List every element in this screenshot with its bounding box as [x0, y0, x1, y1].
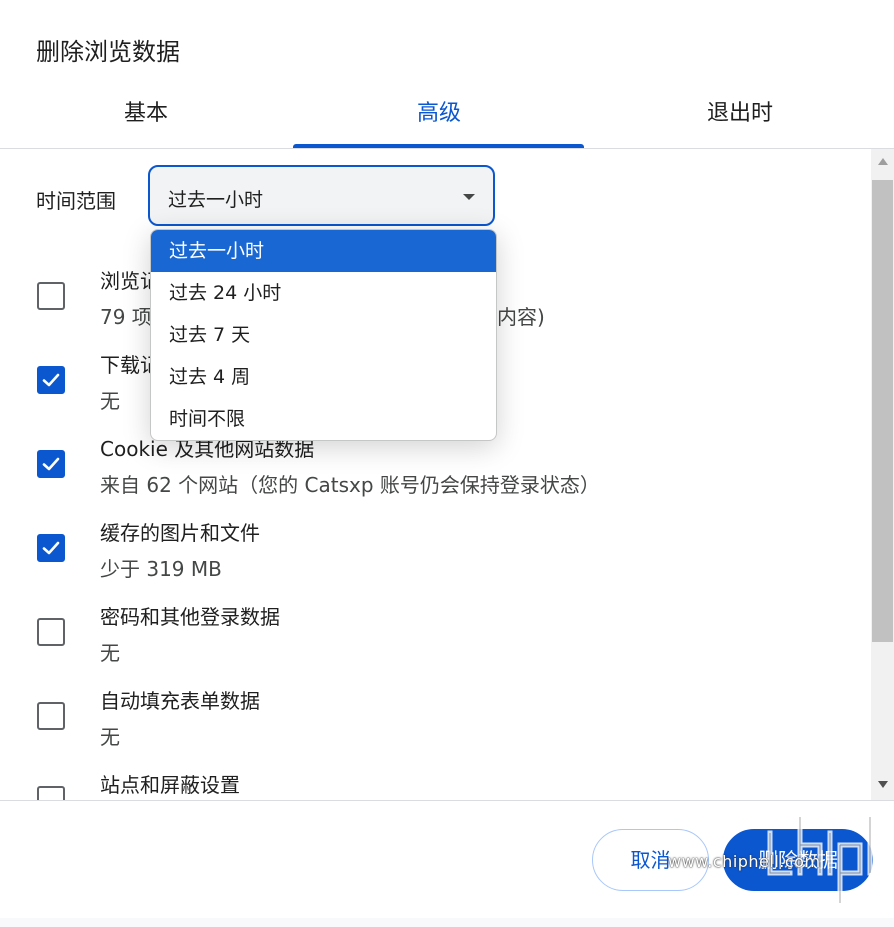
option-last-4-weeks[interactable]: 过去 4 周	[151, 356, 496, 398]
tab-bar: 基本 高级 退出时	[0, 94, 894, 148]
item-label: 密码和其他登录数据	[100, 605, 280, 629]
item-sub: 无	[100, 725, 120, 749]
item-autofill[interactable]: 自动填充表单数据 无	[0, 683, 870, 767]
tab-advanced[interactable]: 高级	[293, 94, 585, 148]
checkbox-autofill[interactable]	[37, 702, 65, 730]
option-last-7-days[interactable]: 过去 7 天	[151, 314, 496, 356]
item-sub-tail: 内容)	[497, 305, 545, 329]
item-cookies[interactable]: Cookie 及其他网站数据 来自 62 个网站（您的 Catsxp 账号仍会保…	[0, 431, 870, 515]
item-cached-images[interactable]: 缓存的图片和文件 少于 319 MB	[0, 515, 870, 599]
tab-on-exit[interactable]: 退出时	[594, 94, 886, 148]
option-last-hour[interactable]: 过去一小时	[151, 230, 496, 272]
time-range-label: 时间范围	[36, 189, 116, 213]
checkbox-cookies[interactable]	[37, 450, 65, 478]
option-last-24-hours[interactable]: 过去 24 小时	[151, 272, 496, 314]
scroll-up-arrow-icon[interactable]	[878, 158, 888, 165]
bottom-strip	[0, 918, 894, 927]
option-all-time[interactable]: 时间不限	[151, 398, 496, 440]
checkbox-site-settings[interactable]	[37, 786, 65, 800]
item-sub: 无	[100, 389, 120, 413]
time-range-value: 过去一小时	[168, 189, 264, 211]
caret-down-icon	[463, 194, 475, 200]
item-label: 站点和屏蔽设置	[100, 773, 240, 797]
scroll-down-arrow-icon[interactable]	[878, 781, 888, 788]
check-icon	[42, 541, 60, 555]
time-range-select[interactable]: 过去一小时	[148, 165, 495, 226]
checkbox-download-history[interactable]	[37, 366, 65, 394]
dialog-title: 删除浏览数据	[36, 38, 180, 66]
item-passwords[interactable]: 密码和其他登录数据 无	[0, 599, 870, 683]
checkbox-cached-images[interactable]	[37, 534, 65, 562]
item-label: 缓存的图片和文件	[100, 521, 260, 545]
checkbox-passwords[interactable]	[37, 618, 65, 646]
item-sub: 无	[100, 641, 120, 665]
watermark-url: www.chiphell.com	[668, 852, 821, 871]
item-site-settings[interactable]: 站点和屏蔽设置	[0, 767, 870, 800]
check-icon	[42, 457, 60, 471]
time-range-dropdown: 过去一小时 过去 24 小时 过去 7 天 过去 4 周 时间不限	[150, 229, 497, 441]
item-label: 自动填充表单数据	[100, 689, 260, 713]
item-sub: 79 项	[100, 305, 152, 329]
scrollbar-thumb[interactable]	[872, 180, 893, 642]
clear-browsing-data-dialog: 删除浏览数据 基本 高级 退出时 时间范围 过去一小时 浏览记 79 项 内容)…	[0, 0, 894, 927]
footer-divider	[0, 800, 894, 801]
check-icon	[42, 373, 60, 387]
checkbox-browsing-history[interactable]	[37, 282, 65, 310]
item-sub: 少于 319 MB	[100, 557, 222, 581]
tab-basic[interactable]: 基本	[0, 94, 292, 148]
item-sub: 来自 62 个网站（您的 Catsxp 账号仍会保持登录状态）	[100, 473, 600, 497]
